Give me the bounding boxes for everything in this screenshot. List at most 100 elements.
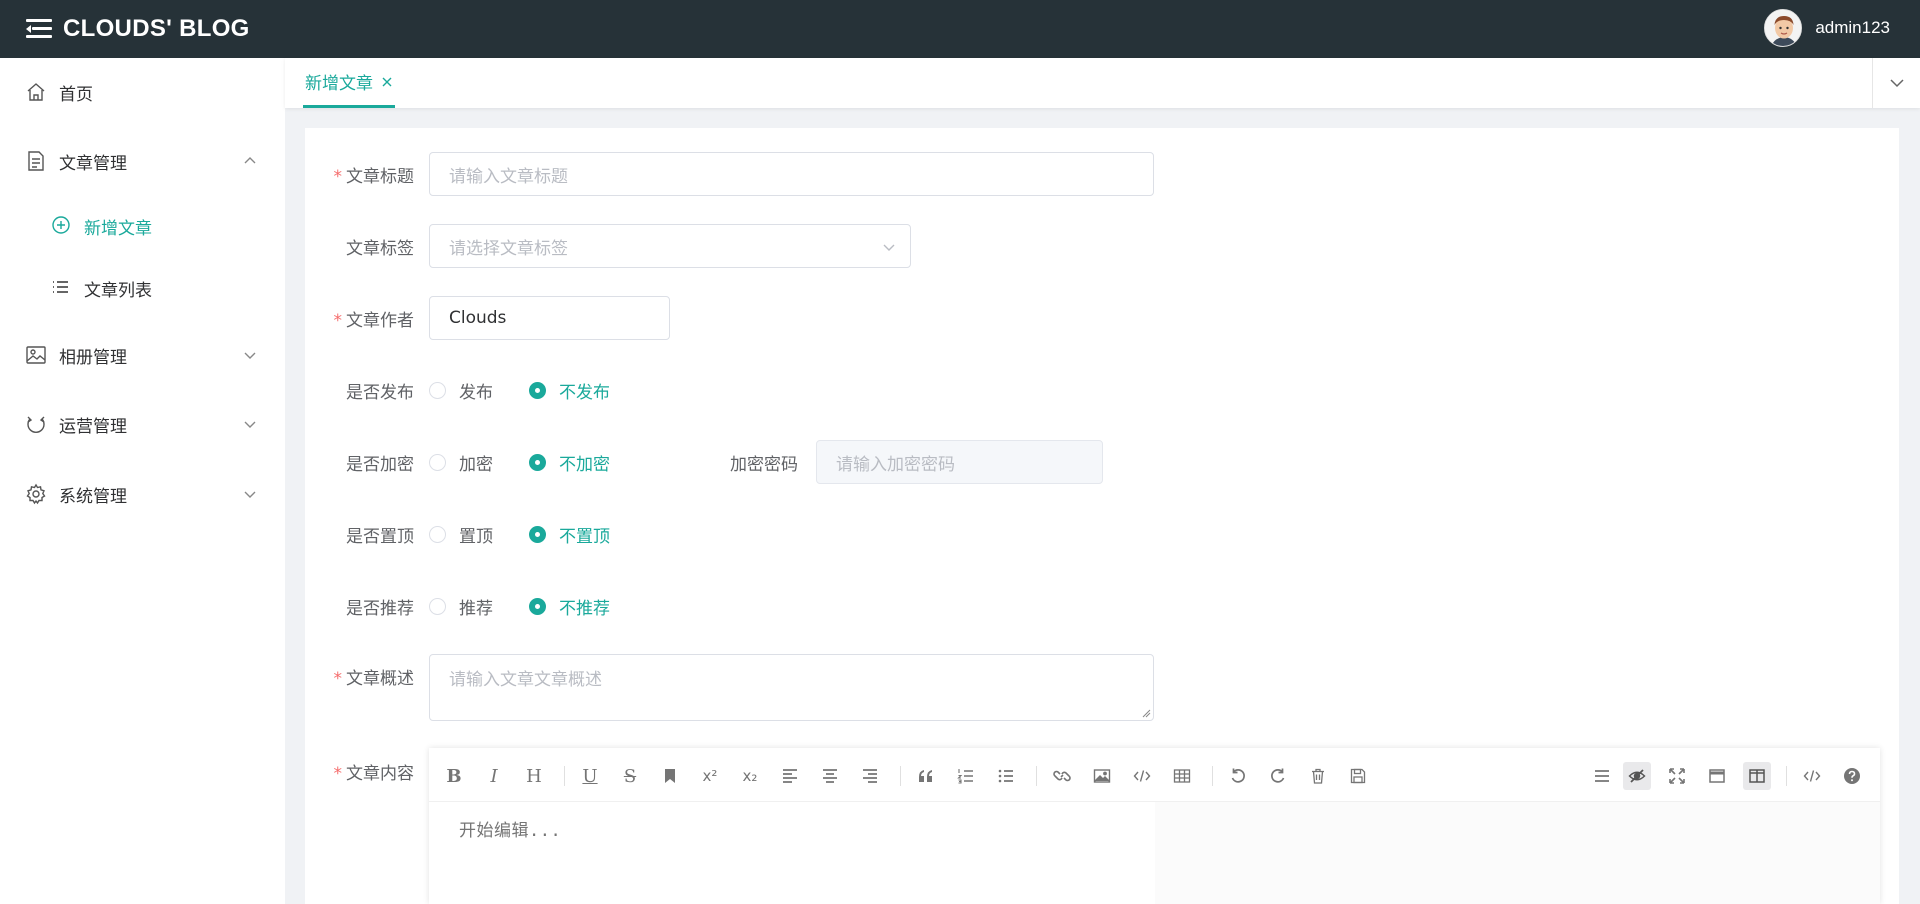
sidebar-item-home[interactable]: 首页: [0, 64, 285, 120]
bold-button[interactable]: B: [440, 762, 468, 790]
recommend-radio-no[interactable]: 不推荐: [529, 594, 610, 619]
align-left-button[interactable]: [776, 762, 804, 790]
undo-icon: [1231, 768, 1245, 783]
publish-radio-no[interactable]: 不发布: [529, 378, 610, 403]
ordered-list-icon: [957, 769, 973, 784]
align-right-button[interactable]: [856, 762, 884, 790]
chevron-down-icon: [1889, 79, 1904, 88]
document-icon: [28, 151, 44, 171]
sidebar-item-operations-management[interactable]: 运营管理: [0, 396, 285, 452]
expand-icon: [1669, 768, 1685, 784]
quote-icon: [919, 770, 932, 782]
italic-button[interactable]: I: [480, 762, 508, 790]
subscript-button[interactable]: x₂: [736, 762, 764, 790]
title-label: * 文章标题: [333, 166, 415, 187]
html-code-button[interactable]: [1798, 762, 1826, 790]
code-button[interactable]: [1128, 762, 1156, 790]
ordered-list-button[interactable]: [952, 762, 980, 790]
heading-button[interactable]: H: [520, 762, 548, 790]
link-button[interactable]: [1048, 762, 1076, 790]
form-row-encrypt: 是否加密 加密 不加密 加密密码 请输入加密密码: [305, 440, 1899, 484]
save-icon: [1350, 768, 1366, 784]
author-input[interactable]: Clouds: [429, 296, 670, 340]
align-left-icon: [783, 769, 797, 783]
align-center-icon: [823, 769, 837, 783]
encrypt-radio-no[interactable]: 不加密: [529, 450, 610, 475]
chevron-down-icon: [883, 244, 895, 251]
top-radio-yes[interactable]: 置顶: [429, 522, 493, 547]
form-row-publish: 是否发布 发布 不发布: [305, 368, 1899, 412]
sidebar-item-new-article[interactable]: 新增文章: [0, 198, 285, 254]
sidebar-item-label: 首页: [59, 84, 93, 105]
tab-new-article[interactable]: 新增文章: [303, 58, 395, 108]
form-row-top: 是否置顶 置顶 不置顶: [305, 512, 1899, 556]
username[interactable]: admin123: [1815, 18, 1890, 38]
sidebar-item-article-management[interactable]: 文章管理: [0, 133, 285, 189]
close-icon[interactable]: [381, 76, 393, 88]
top-radio-no[interactable]: 不置顶: [529, 522, 610, 547]
sidebar-item-label: 文章管理: [59, 153, 127, 174]
avatar[interactable]: [1764, 9, 1803, 47]
undo-button[interactable]: [1224, 762, 1252, 790]
redo-button[interactable]: [1264, 762, 1292, 790]
home-icon: [27, 83, 45, 101]
tab-label: 新增文章: [305, 74, 373, 94]
mark-button[interactable]: [656, 762, 684, 790]
top-label: 是否置顶: [346, 526, 414, 547]
menu-icon: [1595, 770, 1609, 782]
underline-button[interactable]: U: [576, 762, 604, 790]
sidebar-item-album-management[interactable]: 相册管理: [0, 327, 285, 383]
fullscreen-button[interactable]: [1663, 762, 1691, 790]
window-icon: [1709, 769, 1725, 783]
tabs-bar: 新增文章: [285, 58, 1920, 108]
encrypt-radio-yes[interactable]: 加密: [429, 450, 493, 475]
tabs-dropdown-button[interactable]: [1872, 58, 1920, 108]
form-row-tags: 文章标签 请选择文章标签: [305, 224, 1899, 268]
top-header: CLOUDS' BLOG admin123: [0, 0, 1920, 58]
title-input[interactable]: 请输入文章标题: [429, 152, 1154, 196]
password-input[interactable]: 请输入加密密码: [816, 440, 1103, 484]
superscript-button[interactable]: x²: [696, 762, 724, 790]
sidebar-item-label: 运营管理: [59, 416, 127, 437]
navigation-button[interactable]: [1588, 762, 1616, 790]
image-button[interactable]: [1088, 762, 1116, 790]
editor-toolbar: B I H U S x² x₂: [429, 748, 1880, 802]
gear-icon: [26, 483, 46, 505]
unordered-list-button[interactable]: [992, 762, 1020, 790]
window-button[interactable]: [1703, 762, 1731, 790]
align-center-button[interactable]: [816, 762, 844, 790]
trash-icon: [1312, 768, 1324, 784]
user-menu[interactable]: admin123: [1764, 9, 1890, 47]
tags-select[interactable]: 请选择文章标签: [429, 224, 911, 268]
author-label: * 文章作者: [333, 310, 415, 331]
chevron-down-icon: [244, 491, 256, 498]
circle-plus-icon: [52, 216, 70, 234]
publish-radio-yes[interactable]: 发布: [429, 378, 493, 403]
editor-placeholder: 开始编辑...: [459, 821, 562, 841]
recommend-radio-yes[interactable]: 推荐: [429, 594, 493, 619]
image-icon: [1093, 769, 1111, 783]
question-icon: [1844, 768, 1860, 784]
refresh-icon: [27, 416, 45, 433]
trash-button[interactable]: [1304, 762, 1332, 790]
picture-icon: [26, 346, 46, 364]
sidebar-item-article-list[interactable]: 文章列表: [0, 260, 285, 316]
split-view-button[interactable]: [1743, 762, 1771, 790]
preview-toggle-button[interactable]: [1623, 762, 1651, 790]
table-button[interactable]: [1168, 762, 1196, 790]
menu-toggle-icon[interactable]: [26, 18, 52, 40]
form-row-author: * 文章作者 Clouds: [305, 296, 1899, 340]
quote-button[interactable]: [912, 762, 940, 790]
sidebar-item-label: 新增文章: [84, 218, 152, 239]
code-icon: [1803, 770, 1821, 782]
summary-label: * 文章概述: [333, 669, 415, 689]
publish-label: 是否发布: [346, 382, 414, 403]
editor-input-pane[interactable]: 开始编辑...: [429, 802, 1155, 904]
resize-handle-icon[interactable]: [1141, 708, 1151, 718]
sidebar-item-system-management[interactable]: 系统管理: [0, 466, 285, 522]
columns-icon: [1749, 769, 1765, 783]
summary-textarea[interactable]: 请输入文章文章概述: [429, 654, 1154, 721]
strikethrough-button[interactable]: S: [616, 762, 644, 790]
help-button[interactable]: [1838, 762, 1866, 790]
save-button[interactable]: [1344, 762, 1372, 790]
